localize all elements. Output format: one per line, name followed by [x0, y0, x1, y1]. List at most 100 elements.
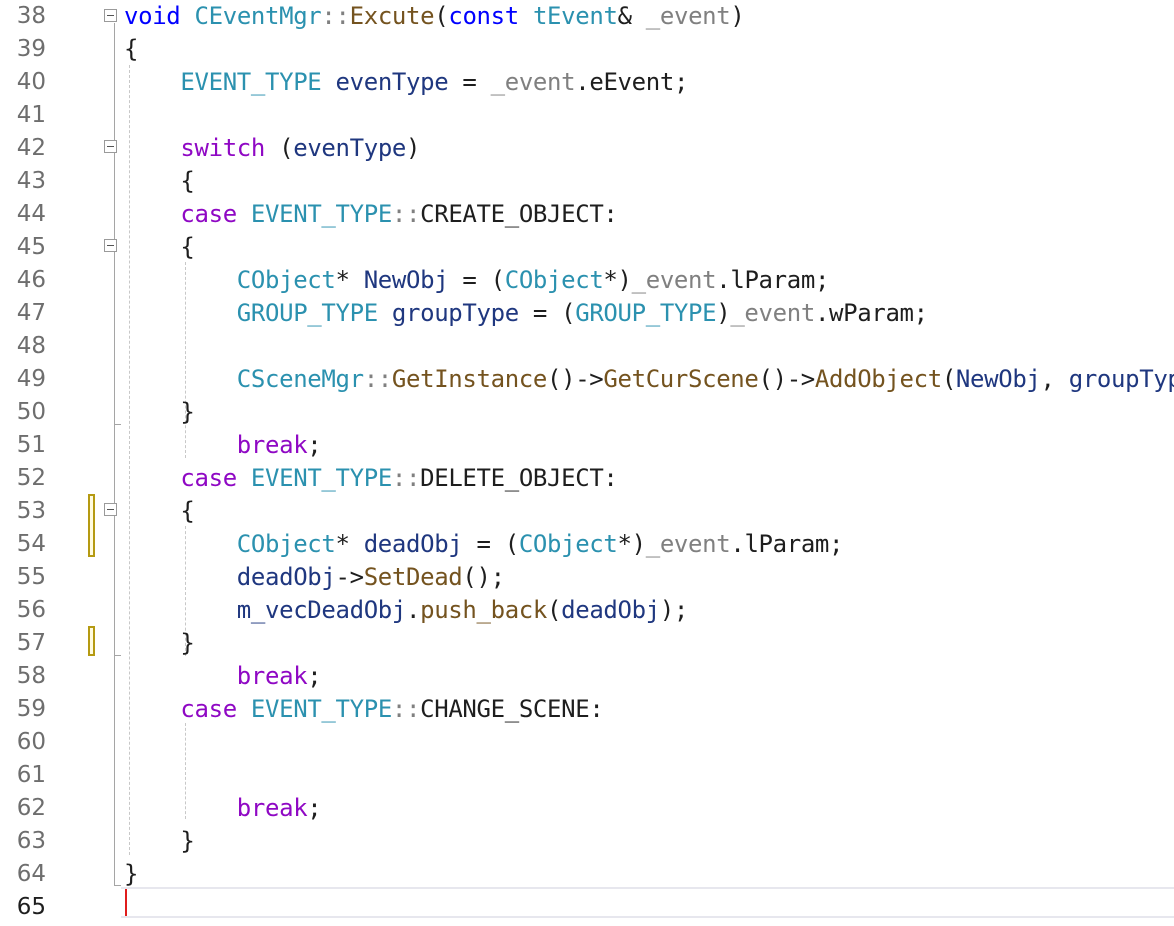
code-token: void: [124, 2, 181, 30]
code-line[interactable]: 62 break;: [0, 792, 1174, 825]
code-token: deadObj: [363, 530, 463, 558]
code-text: CObject* NewObj = (CObject*)_event.lPara…: [124, 264, 830, 297]
code-text: }: [124, 858, 138, 891]
code-token: .: [730, 530, 745, 558]
code-token: (: [434, 2, 449, 30]
code-token: ::: [321, 2, 350, 30]
line-number: 40: [16, 69, 46, 95]
code-token: .: [575, 68, 590, 96]
line-number: 49: [16, 366, 46, 392]
code-token: );: [659, 596, 689, 624]
code-line[interactable]: 47 GROUP_TYPE groupType = (GROUP_TYPE)_e…: [0, 297, 1174, 330]
code-line[interactable]: 54 CObject* deadObj = (CObject*)_event.l…: [0, 528, 1174, 561]
code-text: }: [124, 825, 194, 858]
code-token: groupType: [391, 299, 519, 327]
code-text: EVENT_TYPE evenType = _event.eEvent;: [124, 66, 688, 99]
code-text: case EVENT_TYPE::CHANGE_SCENE:: [124, 693, 603, 726]
code-token: {: [124, 167, 195, 195]
code-token: EVENT_TYPE: [250, 695, 392, 723]
code-token: ()->: [547, 365, 604, 393]
code-token: ;: [913, 299, 928, 327]
code-line[interactable]: 49 CSceneMgr::GetInstance()->GetCurScene…: [0, 363, 1174, 396]
line-number: 57: [16, 630, 46, 656]
code-text: m_vecDeadObj.push_back(deadObj);: [124, 594, 689, 627]
code-line[interactable]: 61: [0, 759, 1174, 792]
code-line[interactable]: 58 break;: [0, 660, 1174, 693]
code-line[interactable]: 42 switch (evenType): [0, 132, 1174, 165]
code-token: switch: [180, 134, 266, 162]
code-token: evenType: [335, 68, 449, 96]
code-line[interactable]: 64}: [0, 858, 1174, 891]
code-line[interactable]: 38 void CEventMgr::Excute(const tEvent& _…: [0, 0, 1174, 33]
code-token: .: [716, 266, 731, 294]
code-token: case: [180, 695, 237, 723]
code-line[interactable]: 46 CObject* NewObj = (CObject*)_event.lP…: [0, 264, 1174, 297]
code-token: NewObj: [955, 365, 1041, 393]
code-token: *): [603, 266, 632, 294]
code-line[interactable]: 48: [0, 330, 1174, 363]
code-token: CREATE_OBJECT:: [420, 200, 618, 228]
code-token: ;: [673, 68, 689, 96]
code-token: groupType: [1068, 365, 1174, 393]
code-token: ::: [391, 695, 421, 723]
code-token: CHANGE_SCENE:: [420, 695, 604, 723]
code-token: GROUP_TYPE: [236, 299, 378, 327]
code-line[interactable]: 53 {: [0, 495, 1174, 528]
code-text: }: [124, 627, 194, 660]
code-token: ;: [814, 266, 830, 294]
code-line[interactable]: 57 }: [0, 627, 1174, 660]
code-token: ;: [307, 662, 322, 690]
code-editor[interactable]: 38 void CEventMgr::Excute(const tEvent& _…: [0, 0, 1174, 926]
code-token: }: [124, 398, 195, 426]
code-line[interactable]: 45 {: [0, 231, 1174, 264]
code-line[interactable]: 65: [0, 891, 1174, 924]
code-token: lParam: [744, 530, 830, 558]
code-token: GetInstance: [391, 365, 547, 393]
code-line[interactable]: 40 EVENT_TYPE evenType = _event.eEvent;: [0, 66, 1174, 99]
code-token: (: [941, 365, 956, 393]
code-line[interactable]: 44 case EVENT_TYPE::CREATE_OBJECT:: [0, 198, 1174, 231]
code-line[interactable]: 63 }: [0, 825, 1174, 858]
code-line[interactable]: 55 deadObj->SetDead();: [0, 561, 1174, 594]
code-token: *: [335, 266, 364, 294]
code-line[interactable]: 43 {: [0, 165, 1174, 198]
code-token: ;: [307, 431, 322, 459]
code-text: {: [124, 165, 195, 198]
code-token: _event: [631, 266, 717, 294]
code-token: CObject: [236, 266, 336, 294]
code-token: case: [180, 200, 237, 228]
code-token: = (: [462, 530, 520, 558]
code-token: break: [236, 662, 308, 690]
code-token: ->: [335, 563, 365, 591]
line-number: 47: [16, 300, 46, 326]
code-token: ::: [363, 365, 393, 393]
code-line[interactable]: 52 case EVENT_TYPE::DELETE_OBJECT:: [0, 462, 1174, 495]
line-number: 64: [16, 861, 46, 887]
code-line[interactable]: 59 case EVENT_TYPE::CHANGE_SCENE:: [0, 693, 1174, 726]
code-line[interactable]: 60: [0, 726, 1174, 759]
code-token: ;: [307, 794, 322, 822]
code-line[interactable]: 51 break;: [0, 429, 1174, 462]
code-line[interactable]: 41: [0, 99, 1174, 132]
code-text: GROUP_TYPE groupType = (GROUP_TYPE)_even…: [124, 297, 928, 330]
line-number: 43: [16, 168, 46, 194]
code-token: ): [716, 299, 731, 327]
code-token: ();: [462, 563, 505, 591]
code-line[interactable]: 50 }: [0, 396, 1174, 429]
code-line[interactable]: 56 m_vecDeadObj.push_back(deadObj);: [0, 594, 1174, 627]
code-token: case: [180, 464, 237, 492]
code-token: wParam: [829, 299, 914, 327]
line-number: 63: [16, 828, 46, 854]
code-token: CObject: [236, 530, 336, 558]
code-line[interactable]: 39 {: [0, 33, 1174, 66]
code-token: CObject: [518, 530, 618, 558]
